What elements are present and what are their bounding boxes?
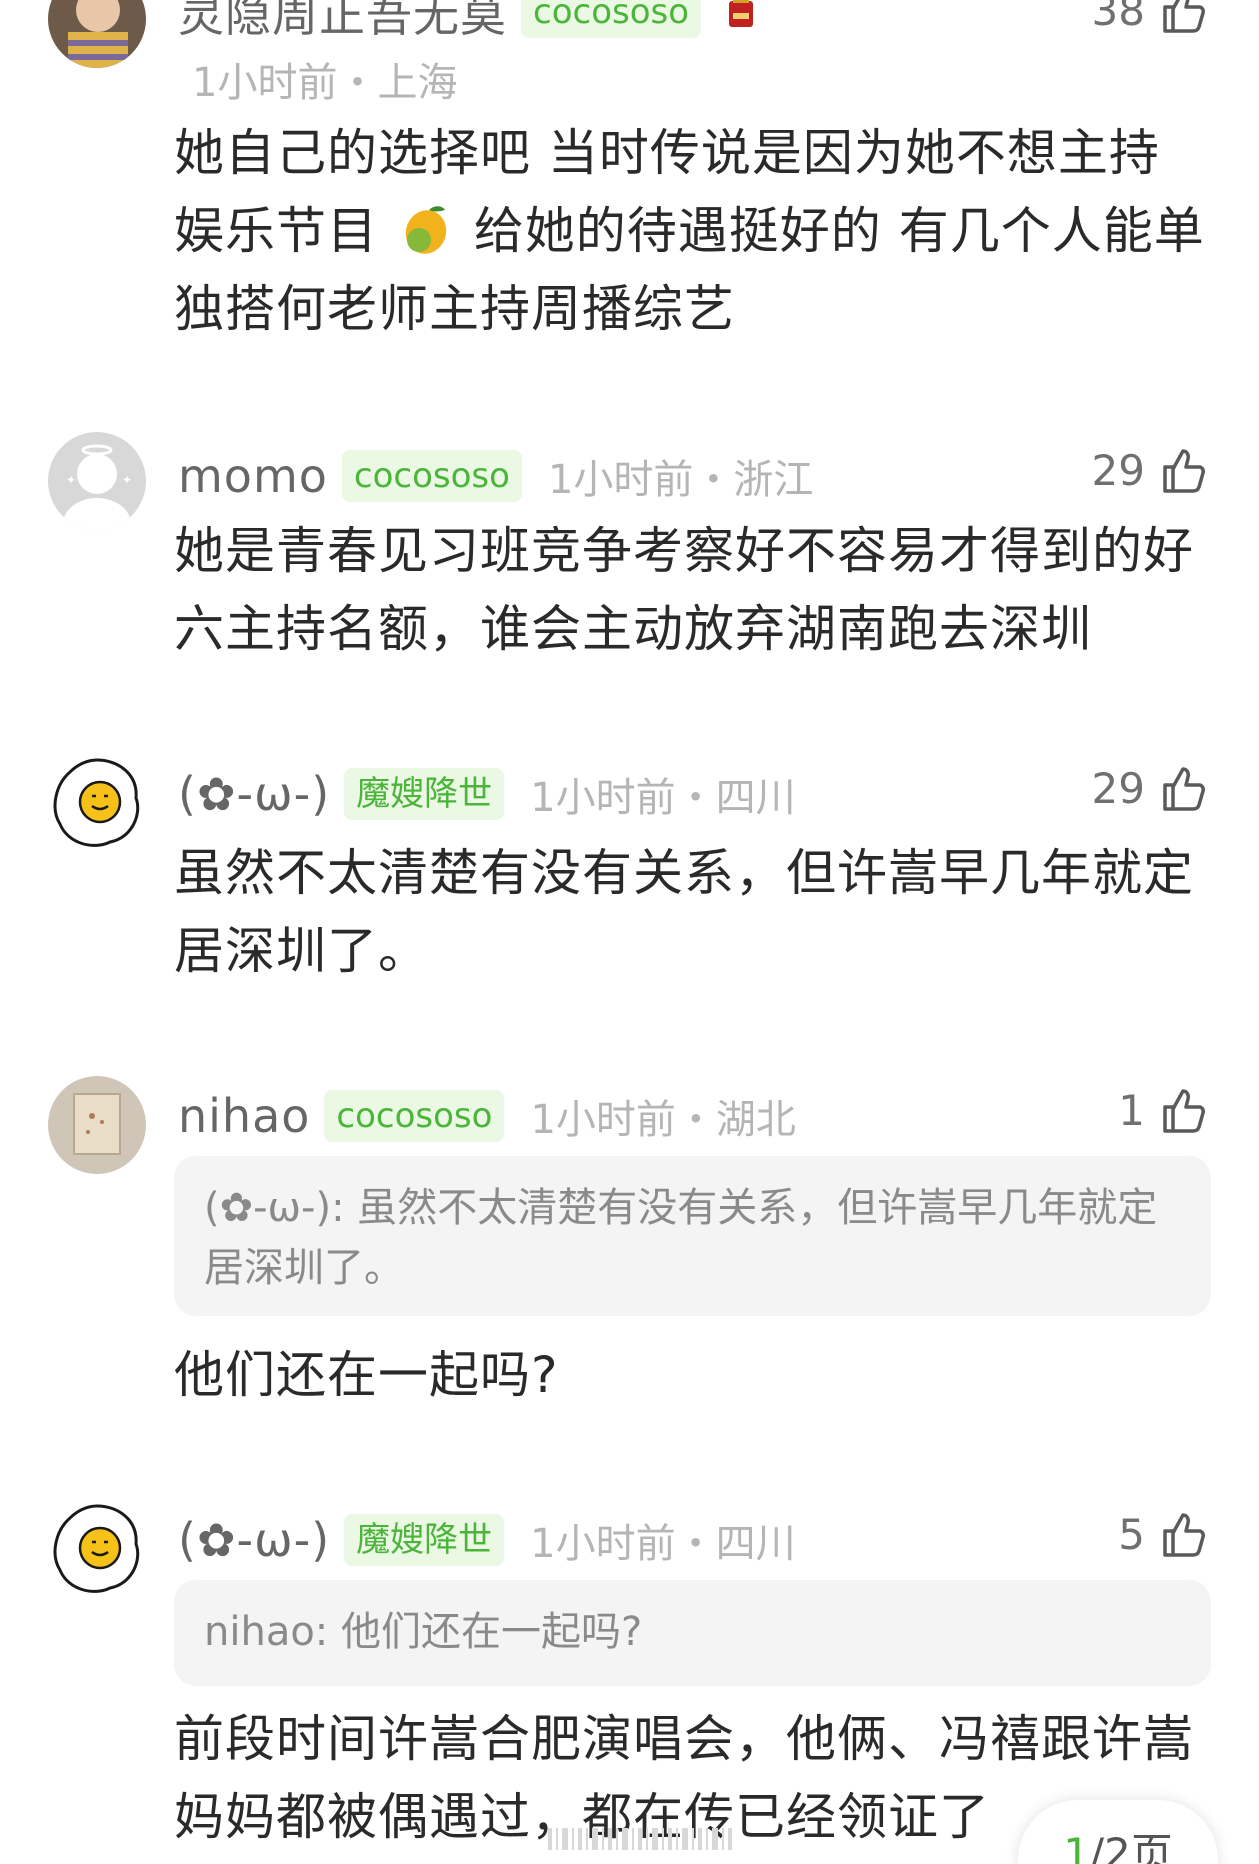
comment-item: nihao cocososo 1小时前・湖北 1 (✿-ω-): 虽然不太清楚有…: [0, 1076, 1259, 1426]
comment-list: 灵隐周正吾无莫 cocososo 38 1小时前・上海 她自己的选择吧 当时传说…: [0, 0, 1259, 1864]
like-count: 1: [1118, 1086, 1145, 1135]
fan-badge: 魔嫂降世: [344, 1514, 505, 1566]
fan-badge: cocososo: [324, 1090, 505, 1142]
total-pages: /2页: [1089, 1829, 1173, 1864]
comment-meta: 1小时前・四川: [530, 1521, 796, 1567]
comment-meta: 1小时前・湖北: [530, 1097, 796, 1143]
avatar[interactable]: ✦ ✦: [48, 432, 146, 530]
like-count: 38: [1091, 0, 1145, 35]
username[interactable]: 灵隐周正吾无莫: [178, 0, 507, 45]
avatar[interactable]: [48, 1500, 146, 1598]
username[interactable]: momo: [178, 449, 328, 503]
comment-item: (✿-ω-) 魔嫂降世 1小时前・四川 29 虽然不太清楚有没有关系，但许嵩早几…: [0, 754, 1259, 1014]
mango-emoji-icon: [399, 200, 453, 254]
username[interactable]: nihao: [178, 1089, 310, 1143]
thumbs-up-icon[interactable]: [1159, 1511, 1207, 1559]
avatar[interactable]: [48, 0, 146, 68]
comment-text: 虽然不太清楚有没有关系，但许嵩早几年就定居深圳了。: [174, 844, 1194, 980]
fan-badge: cocososo: [521, 0, 702, 38]
thumbs-up-icon[interactable]: [1159, 765, 1207, 813]
comment-item: 灵隐周正吾无莫 cocososo 38 1小时前・上海 她自己的选择吧 当时传说…: [0, 0, 1259, 338]
current-page: 1: [1063, 1829, 1090, 1864]
svg-text:✦: ✦: [122, 473, 132, 487]
avatar[interactable]: [48, 754, 146, 852]
svg-text:✦: ✦: [66, 473, 76, 487]
thumbs-up-icon[interactable]: [1159, 1087, 1207, 1135]
comment-text: 她是青春见习班竞争考察好不容易才得到的好六主持名额，谁会主动放弃湖南跑去深圳: [174, 522, 1194, 658]
comment-text: 他们还在一起吗?: [174, 1346, 559, 1404]
page-indicator[interactable]: 1/2页: [1018, 1800, 1218, 1864]
thumbs-up-icon[interactable]: [1159, 447, 1207, 495]
fan-badge: 魔嫂降世: [344, 768, 505, 820]
watermark: [548, 1826, 738, 1852]
comment-meta: 1小时前・四川: [530, 775, 796, 821]
medal-icon: [727, 0, 755, 27]
comment-item: ✦ ✦ momo cocososo 1小时前・浙江 29 她是青春见习班竞争考察…: [0, 432, 1259, 692]
comment-meta: 1小时前・上海: [192, 60, 458, 106]
fan-badge: cocososo: [341, 450, 522, 502]
username[interactable]: (✿-ω-): [178, 767, 330, 821]
avatar[interactable]: [48, 1076, 146, 1174]
thumbs-up-icon[interactable]: [1159, 0, 1207, 35]
like-count: 29: [1091, 446, 1145, 495]
username[interactable]: (✿-ω-): [178, 1513, 330, 1567]
comment-meta: 1小时前・浙江: [547, 457, 814, 503]
like-count: 5: [1118, 1510, 1145, 1559]
like-count: 29: [1091, 764, 1145, 813]
comment-text: 她自己的选择吧 当时传说是因为她不想主持娱乐节目 给她的待遇挺好的 有几个人能单…: [174, 114, 1207, 348]
quoted-comment[interactable]: (✿-ω-): 虽然不太清楚有没有关系，但许嵩早几年就定居深圳了。: [174, 1156, 1211, 1316]
quoted-comment[interactable]: nihao: 他们还在一起吗?: [174, 1580, 1211, 1686]
